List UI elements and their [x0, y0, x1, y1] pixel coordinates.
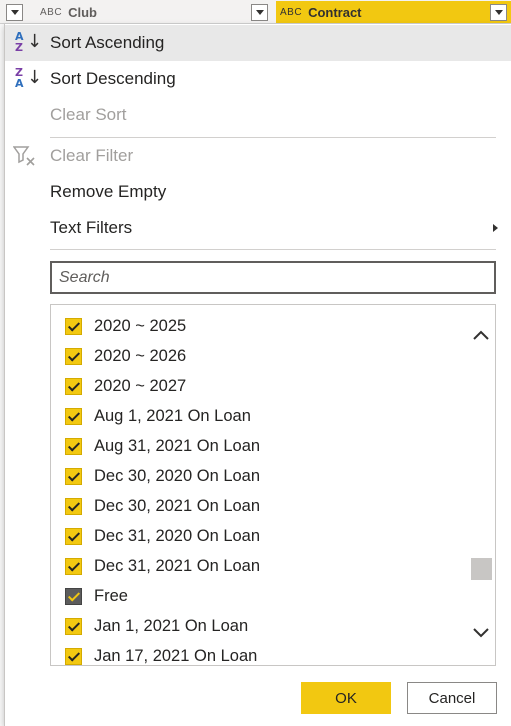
text-filters-label: Text Filters — [50, 218, 133, 237]
list-item[interactable]: 2020 ~ 2026 — [65, 344, 186, 368]
column-header-contract[interactable]: ABC Contract — [276, 1, 511, 23]
list-item-label: Dec 31, 2021 On Loan — [94, 556, 261, 575]
list-item-label: Jan 1, 2021 On Loan — [94, 616, 249, 635]
list-item-label: Jan 17, 2021 On Loan — [94, 646, 258, 665]
ok-button[interactable]: OK — [301, 682, 391, 714]
column-header-club[interactable]: ABC Club — [40, 3, 97, 21]
list-item[interactable]: 2020 ~ 2027 — [65, 374, 186, 398]
clear-filter-label: Clear Filter — [50, 146, 134, 165]
sort-ascending-icon: A Z ↓ — [15, 30, 43, 54]
list-item-label: Dec 30, 2021 On Loan — [94, 496, 261, 515]
checkbox[interactable] — [65, 647, 82, 665]
contract-dropdown-button[interactable] — [490, 4, 507, 21]
search-placeholder: Search — [59, 268, 110, 286]
list-item[interactable]: Free — [65, 584, 128, 608]
list-scrollbar[interactable] — [468, 304, 495, 666]
checkbox[interactable] — [65, 557, 82, 575]
checkbox[interactable] — [65, 587, 82, 605]
search-input[interactable]: Search — [50, 261, 496, 294]
checkbox[interactable] — [65, 617, 82, 635]
checkbox[interactable] — [65, 377, 82, 395]
submenu-arrow-icon — [493, 224, 498, 232]
list-item[interactable]: Jan 1, 2021 On Loan — [65, 614, 248, 638]
sort-descending-icon: Z A ↓ — [15, 66, 43, 90]
clear-filter-icon — [13, 146, 35, 166]
value-checklist: 2020 ~ 2025 2020 ~ 2026 2020 ~ 2027 Aug … — [50, 304, 496, 666]
list-item-label: Aug 1, 2021 On Loan — [94, 406, 251, 425]
text-type-icon: ABC — [40, 6, 63, 18]
club-dropdown-button[interactable] — [251, 4, 268, 21]
clear-sort-item[interactable]: Clear Sort — [5, 97, 511, 133]
menu-separator — [50, 249, 496, 250]
text-filters-item[interactable]: Text Filters — [5, 210, 511, 246]
list-item[interactable]: Dec 31, 2020 On Loan — [65, 524, 260, 548]
list-item[interactable]: Aug 1, 2021 On Loan — [65, 404, 251, 428]
filter-dropdown-panel: A Z ↓ Sort Ascending Z A ↓ Sort Descendi… — [4, 24, 511, 726]
list-item[interactable]: 2020 ~ 2025 — [65, 314, 186, 338]
list-item-label: Dec 31, 2020 On Loan — [94, 526, 261, 545]
sort-ascending-item[interactable]: A Z ↓ Sort Ascending — [5, 25, 511, 61]
chevron-down-icon[interactable] — [472, 626, 490, 640]
column-name: Contract — [308, 4, 362, 20]
list-item-label: 2020 ~ 2026 — [94, 346, 187, 365]
cancel-button[interactable]: Cancel — [407, 682, 497, 714]
list-item[interactable]: Dec 30, 2021 On Loan — [65, 494, 260, 518]
scrollbar-thumb[interactable] — [471, 558, 492, 580]
prev-column-dropdown-button[interactable] — [6, 4, 23, 21]
checkbox[interactable] — [65, 347, 82, 365]
remove-empty-label: Remove Empty — [50, 182, 167, 201]
checkbox[interactable] — [65, 497, 82, 515]
column-header-bar: ABC Club ABC Contract — [0, 0, 511, 24]
remove-empty-item[interactable]: Remove Empty — [5, 174, 511, 210]
list-item[interactable]: Jan 17, 2021 On Loan — [65, 644, 258, 665]
list-item[interactable]: Aug 31, 2021 On Loan — [65, 434, 260, 458]
checkbox[interactable] — [65, 407, 82, 425]
clear-filter-item[interactable]: Clear Filter — [5, 138, 511, 174]
list-item[interactable]: Dec 30, 2020 On Loan — [65, 464, 260, 488]
list-item[interactable]: Dec 31, 2021 On Loan — [65, 554, 260, 578]
sort-ascending-label: Sort Ascending — [50, 33, 165, 52]
checkbox[interactable] — [65, 527, 82, 545]
column-name: Club — [68, 4, 97, 20]
sort-descending-item[interactable]: Z A ↓ Sort Descending — [5, 61, 511, 97]
checkbox[interactable] — [65, 317, 82, 335]
list-item-label: 2020 ~ 2027 — [94, 376, 187, 395]
list-item-label: Dec 30, 2020 On Loan — [94, 466, 261, 485]
text-type-icon: ABC — [280, 6, 303, 18]
clear-sort-label: Clear Sort — [50, 105, 127, 124]
checkbox[interactable] — [65, 467, 82, 485]
list-item-label: Aug 31, 2021 On Loan — [94, 436, 261, 455]
sort-descending-label: Sort Descending — [50, 69, 176, 88]
list-item-label: 2020 ~ 2025 — [94, 316, 187, 335]
list-item-label: Free — [94, 586, 128, 605]
chevron-up-icon[interactable] — [472, 328, 490, 342]
checkbox[interactable] — [65, 437, 82, 455]
